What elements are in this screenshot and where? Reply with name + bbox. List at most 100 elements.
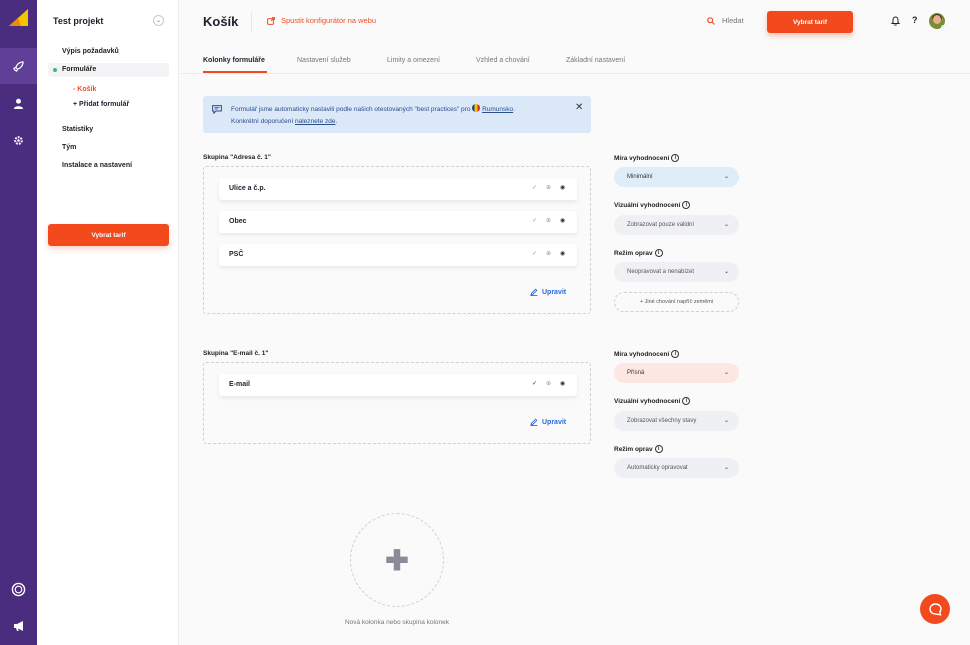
strictness-select[interactable]: Přísná ⌄: [614, 363, 739, 383]
check-icon[interactable]: ✓: [532, 250, 537, 257]
sidebar-item-forms[interactable]: Formuláře: [48, 63, 169, 77]
header: Košík Spustit konfigurátor na webu Hleda…: [180, 0, 970, 44]
info-icon[interactable]: i: [654, 445, 663, 453]
tab-appearance[interactable]: Vzhled a chování: [476, 57, 530, 64]
chevron-down-icon: ⌄: [723, 418, 729, 424]
online-status-dot: [941, 25, 945, 29]
user-icon: [13, 98, 24, 109]
help-button[interactable]: ?: [912, 15, 918, 25]
tab-basic-settings[interactable]: Základní nastavení: [566, 57, 625, 64]
project-switch-button[interactable]: ⌄: [153, 15, 164, 26]
external-link-icon: [267, 16, 275, 25]
target-icon[interactable]: ⊕: [546, 250, 551, 257]
sidebar-subitem-add-form[interactable]: + Přidat formulář: [73, 101, 129, 108]
page-title: Košík: [203, 14, 239, 29]
edit-label: Upravit: [542, 288, 567, 296]
tab-bar: Kolonky formuláře Nastavení služeb Limit…: [180, 44, 970, 74]
eye-icon[interactable]: ◉: [560, 217, 565, 224]
rail-settings-button[interactable]: [0, 122, 37, 158]
field-row[interactable]: E-mail ✓ ⊕ ◉: [219, 374, 577, 396]
target-icon[interactable]: ⊕: [546, 380, 551, 387]
sidebar-subitem-cart[interactable]: - Košík: [73, 86, 96, 93]
fix-mode-label: Režim oprav i: [614, 249, 663, 257]
chat-bubble-icon: [928, 602, 942, 616]
rail-forms-button[interactable]: [0, 48, 37, 84]
select-value: Automaticky opravovat: [627, 465, 688, 471]
label-text: Vizuální vyhodnocení: [614, 201, 681, 209]
active-dot: [53, 68, 57, 72]
sidebar: Test projekt ⌄ Výpis požadavků Formuláře…: [37, 0, 179, 645]
field-group: Ulice a č.p. ✓ ⊕ ◉ Obec ✓ ⊕ ◉ PSČ ✓ ⊕ ◉ …: [203, 166, 591, 314]
edit-group-button[interactable]: Upravit: [530, 288, 566, 296]
tab-form-fields[interactable]: Kolonky formuláře: [203, 57, 265, 64]
sidebar-item-team[interactable]: Tým: [62, 144, 76, 151]
field-row[interactable]: PSČ ✓ ⊕ ◉: [219, 244, 577, 266]
pencil-icon: [530, 288, 538, 296]
label-text: Režim oprav: [614, 249, 653, 257]
field-row[interactable]: Ulice a č.p. ✓ ⊕ ◉: [219, 178, 577, 200]
info-icon[interactable]: i: [682, 201, 691, 209]
check-icon[interactable]: ✓: [532, 217, 537, 224]
tab-service-settings[interactable]: Nastavení služeb: [297, 57, 351, 64]
visual-select[interactable]: Zobrazovat všechny stavy ⌄: [614, 411, 739, 431]
target-icon[interactable]: ⊕: [546, 184, 551, 191]
rail-users-button[interactable]: [0, 85, 37, 121]
info-icon[interactable]: i: [671, 154, 680, 162]
info-recommendation-link[interactable]: naleznete zde: [295, 118, 335, 125]
edit-label: Upravit: [542, 418, 567, 426]
field-row[interactable]: Obec ✓ ⊕ ◉: [219, 211, 577, 233]
select-value: Zobrazovat všechny stavy: [627, 418, 697, 424]
label-text: Míra vyhodnocení: [614, 350, 670, 358]
check-icon[interactable]: ✓: [532, 380, 537, 387]
launch-label: Spustit konfigurátor na webu: [281, 16, 377, 25]
sidebar-item-stats[interactable]: Statistiky: [62, 126, 93, 133]
info-icon[interactable]: i: [654, 249, 663, 257]
rail-help-button[interactable]: [0, 571, 37, 607]
close-icon[interactable]: ✕: [575, 102, 583, 113]
bell-icon[interactable]: [891, 16, 900, 26]
active-tab-indicator: [203, 71, 267, 73]
eye-icon[interactable]: ◉: [560, 184, 565, 191]
launch-configurator-link[interactable]: Spustit konfigurátor na webu: [267, 16, 376, 25]
eye-icon[interactable]: ◉: [560, 380, 565, 387]
sidebar-item-install[interactable]: Instalace a nastavení: [62, 162, 132, 169]
visual-select[interactable]: Zobrazovat pouze validní ⌄: [614, 215, 739, 235]
select-value: Minimální: [627, 174, 653, 180]
strictness-select[interactable]: Minimální ⌄: [614, 167, 739, 187]
info-icon[interactable]: i: [682, 397, 691, 405]
select-value: Zobrazovat pouze validní: [627, 222, 695, 228]
new-column-button[interactable]: ✚: [350, 513, 444, 607]
sidebar-select-plan-button[interactable]: Vybrat tarif: [48, 224, 169, 246]
app-logo[interactable]: [9, 9, 28, 26]
visual-label: Vizuální vyhodnocení i: [614, 201, 691, 209]
field-group: E-mail ✓ ⊕ ◉ Upravit: [203, 362, 591, 444]
edit-group-button[interactable]: Upravit: [530, 418, 566, 426]
sidebar-item-requests[interactable]: Výpis požadavků: [62, 48, 119, 55]
info-country-link[interactable]: Rumunsko: [482, 106, 513, 113]
info-line2-end: .: [335, 118, 338, 125]
tab-limits[interactable]: Limity a omezení: [387, 57, 440, 64]
avatar[interactable]: [929, 13, 945, 29]
chat-button[interactable]: [920, 594, 950, 624]
strictness-label: Míra vyhodnocení i: [614, 350, 680, 358]
fix-mode-select[interactable]: Neopravovat a nenabízet ⌄: [614, 262, 739, 282]
chevron-down-icon: ⌄: [723, 465, 729, 471]
eye-icon[interactable]: ◉: [560, 250, 565, 257]
label-text: Režim oprav: [614, 445, 653, 453]
add-country-behavior-button[interactable]: + Jiné chování napříč zeměmi: [614, 292, 739, 312]
field-name: Obec: [229, 218, 247, 225]
plus-icon: ✚: [385, 544, 409, 576]
check-icon[interactable]: ✓: [532, 184, 537, 191]
romania-flag-icon: [472, 104, 481, 112]
select-value: Neopravovat a nenabízet: [627, 269, 695, 275]
megaphone-icon: [13, 621, 23, 631]
info-icon[interactable]: i: [671, 350, 680, 358]
fix-mode-label: Režim oprav i: [614, 445, 663, 453]
header-select-plan-button[interactable]: Vybrat tarif: [767, 11, 853, 33]
lifebuoy-icon: [11, 582, 26, 596]
search-button[interactable]: Hledat: [707, 16, 744, 25]
pencil-icon: [530, 418, 538, 426]
target-icon[interactable]: ⊕: [546, 217, 551, 224]
rail-announcements-button[interactable]: [0, 608, 37, 644]
fix-mode-select[interactable]: Automaticky opravovat ⌄: [614, 458, 739, 478]
